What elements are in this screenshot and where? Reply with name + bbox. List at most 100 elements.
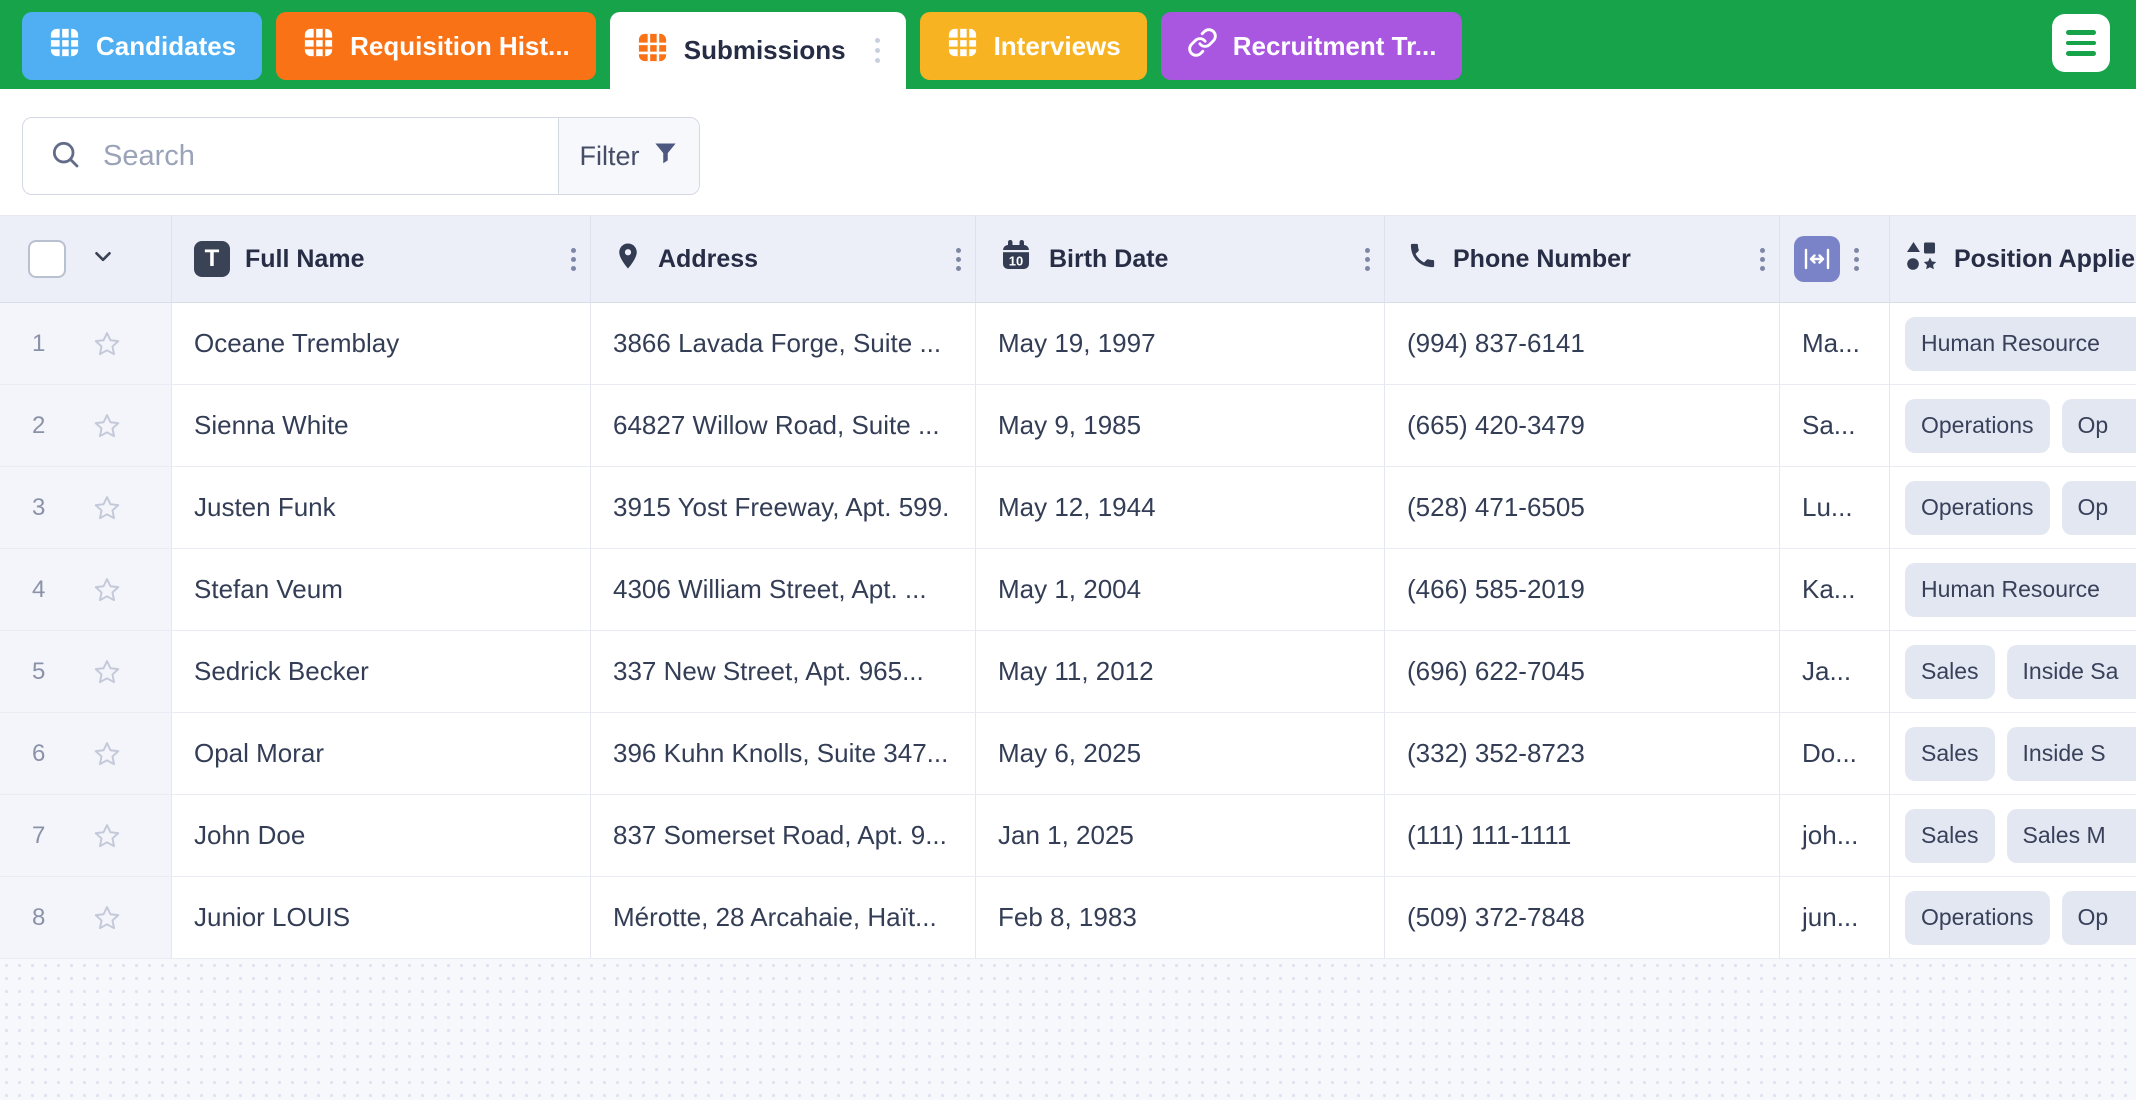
cell-position-applied[interactable]: Operations Op — [1890, 467, 2136, 549]
map-pin-icon — [613, 239, 643, 280]
cell-full-name[interactable]: Justen Funk — [172, 467, 591, 549]
text-field-icon: T — [194, 241, 230, 277]
column-menu-kebab-icon[interactable] — [571, 247, 576, 271]
cell-birth-date[interactable]: May 19, 1997 — [976, 303, 1385, 385]
cell-address[interactable]: 64827 Willow Road, Suite ... — [591, 385, 976, 467]
cell-birth-date[interactable]: May 1, 2004 — [976, 549, 1385, 631]
table-grid-icon — [946, 26, 979, 66]
row-number: 1 — [32, 329, 46, 357]
tag-pill: Operations — [1905, 398, 2050, 453]
cell-full-name[interactable]: Sienna White — [172, 385, 591, 467]
column-header-phone-number[interactable]: Phone Number — [1385, 215, 1780, 303]
tab-recruitment-tracker[interactable]: Recruitment Tr... — [1160, 12, 1463, 80]
cell-position-applied[interactable]: Operations Op — [1890, 877, 2136, 959]
star-icon[interactable] — [92, 903, 122, 933]
tag-pill: Sales — [1905, 808, 1995, 863]
cell-collapsed[interactable]: Do... — [1780, 713, 1890, 795]
cell-address[interactable]: 3915 Yost Freeway, Apt. 599. — [591, 467, 976, 549]
cell-phone[interactable]: (509) 372-7848 — [1385, 877, 1780, 959]
cell-full-name[interactable]: Opal Morar — [172, 713, 591, 795]
cell-position-applied[interactable]: Sales Inside S — [1890, 713, 2136, 795]
cell-position-applied[interactable]: Human Resource — [1890, 549, 2136, 631]
cell-collapsed[interactable]: Sa... — [1780, 385, 1890, 467]
tag-pill: Inside S — [2006, 726, 2136, 781]
cell-birth-date[interactable]: May 12, 1944 — [976, 467, 1385, 549]
star-icon[interactable] — [92, 329, 122, 359]
star-icon[interactable] — [92, 575, 122, 605]
column-header-collapsed[interactable] — [1780, 215, 1890, 303]
tab-label: Interviews — [993, 30, 1121, 61]
cell-phone[interactable]: (528) 471-6505 — [1385, 467, 1780, 549]
cell-position-applied[interactable]: Sales Sales M — [1890, 795, 2136, 877]
tab-label: Requisition Hist... — [350, 30, 570, 61]
cell-address[interactable]: 4306 William Street, Apt. ... — [591, 549, 976, 631]
filter-button[interactable]: Filter — [558, 118, 699, 194]
tab-candidates[interactable]: Candidates — [22, 12, 263, 80]
phone-icon — [1407, 240, 1438, 278]
tab-requisition-history[interactable]: Requisition Hist... — [276, 12, 596, 80]
tag-pill: Sales — [1905, 644, 1995, 699]
cell-full-name[interactable]: Junior LOUIS — [172, 877, 591, 959]
cell-full-name[interactable]: Stefan Veum — [172, 549, 591, 631]
row-handle: 5 — [0, 631, 172, 713]
cell-position-applied[interactable]: Human Resource — [1890, 303, 2136, 385]
cell-position-applied[interactable]: Sales Inside Sa — [1890, 631, 2136, 713]
search-input[interactable] — [101, 138, 558, 174]
row-handle: 3 — [0, 467, 172, 549]
cell-full-name[interactable]: Oceane Tremblay — [172, 303, 591, 385]
cell-birth-date[interactable]: May 9, 1985 — [976, 385, 1385, 467]
cell-address[interactable]: 837 Somerset Road, Apt. 9... — [591, 795, 976, 877]
tab-menu-kebab-icon[interactable] — [874, 38, 880, 63]
column-header-birth-date[interactable]: 10 Birth Date — [976, 215, 1385, 303]
cell-phone[interactable]: (665) 420-3479 — [1385, 385, 1780, 467]
column-header-position-applied[interactable]: Position Applied — [1890, 215, 2136, 303]
cell-phone[interactable]: (332) 352-8723 — [1385, 713, 1780, 795]
cell-address[interactable]: 396 Kuhn Knolls, Suite 347... — [591, 713, 976, 795]
cell-phone[interactable]: (994) 837-6141 — [1385, 303, 1780, 385]
column-menu-kebab-icon[interactable] — [1854, 247, 1859, 271]
search-filter-control: Filter — [22, 117, 700, 195]
select-all-checkbox[interactable] — [28, 240, 66, 278]
star-icon[interactable] — [92, 739, 122, 769]
expand-column-icon[interactable] — [1794, 236, 1840, 282]
column-menu-kebab-icon[interactable] — [956, 247, 961, 271]
tag-pill: Operations — [1905, 480, 2050, 535]
cell-collapsed[interactable]: joh... — [1780, 795, 1890, 877]
star-icon[interactable] — [92, 657, 122, 687]
cell-phone[interactable]: (696) 622-7045 — [1385, 631, 1780, 713]
cell-collapsed[interactable]: Ja... — [1780, 631, 1890, 713]
tag-pill: Human Resource — [1905, 562, 2136, 617]
tab-label: Submissions — [683, 35, 846, 65]
cell-collapsed[interactable]: Ka... — [1780, 549, 1890, 631]
tag-pill: Operations — [1905, 890, 2050, 945]
cell-full-name[interactable]: Sedrick Becker — [172, 631, 591, 713]
cell-birth-date[interactable]: May 11, 2012 — [976, 631, 1385, 713]
column-header-full-name[interactable]: T Full Name — [172, 215, 591, 303]
chevron-down-icon[interactable] — [90, 243, 116, 276]
tag-pill: Human Resource — [1905, 316, 2136, 371]
column-header-address[interactable]: Address — [591, 215, 976, 303]
hamburger-menu-button[interactable] — [2052, 14, 2110, 72]
cell-address[interactable]: 337 New Street, Apt. 965... — [591, 631, 976, 713]
cell-birth-date[interactable]: May 6, 2025 — [976, 713, 1385, 795]
cell-collapsed[interactable]: Lu... — [1780, 467, 1890, 549]
cell-phone[interactable]: (111) 111-1111 — [1385, 795, 1780, 877]
star-icon[interactable] — [92, 493, 122, 523]
cell-birth-date[interactable]: Jan 1, 2025 — [976, 795, 1385, 877]
tab-interviews[interactable]: Interviews — [919, 12, 1147, 80]
cell-address[interactable]: 3866 Lavada Forge, Suite ... — [591, 303, 976, 385]
tab-submissions[interactable]: Submissions — [609, 12, 906, 89]
column-menu-kebab-icon[interactable] — [1365, 247, 1370, 271]
cell-full-name[interactable]: John Doe — [172, 795, 591, 877]
cell-birth-date[interactable]: Feb 8, 1983 — [976, 877, 1385, 959]
column-menu-kebab-icon[interactable] — [1760, 247, 1765, 271]
star-icon[interactable] — [92, 411, 122, 441]
cell-phone[interactable]: (466) 585-2019 — [1385, 549, 1780, 631]
cell-collapsed[interactable]: jun... — [1780, 877, 1890, 959]
filter-label: Filter — [579, 140, 640, 171]
cell-position-applied[interactable]: Operations Op — [1890, 385, 2136, 467]
cell-address[interactable]: Mérotte, 28 Arcahaie, Haït... — [591, 877, 976, 959]
cell-collapsed[interactable]: Ma... — [1780, 303, 1890, 385]
data-grid: T Full Name Address 10 Birth Date Phone … — [0, 215, 2136, 959]
star-icon[interactable] — [92, 821, 122, 851]
